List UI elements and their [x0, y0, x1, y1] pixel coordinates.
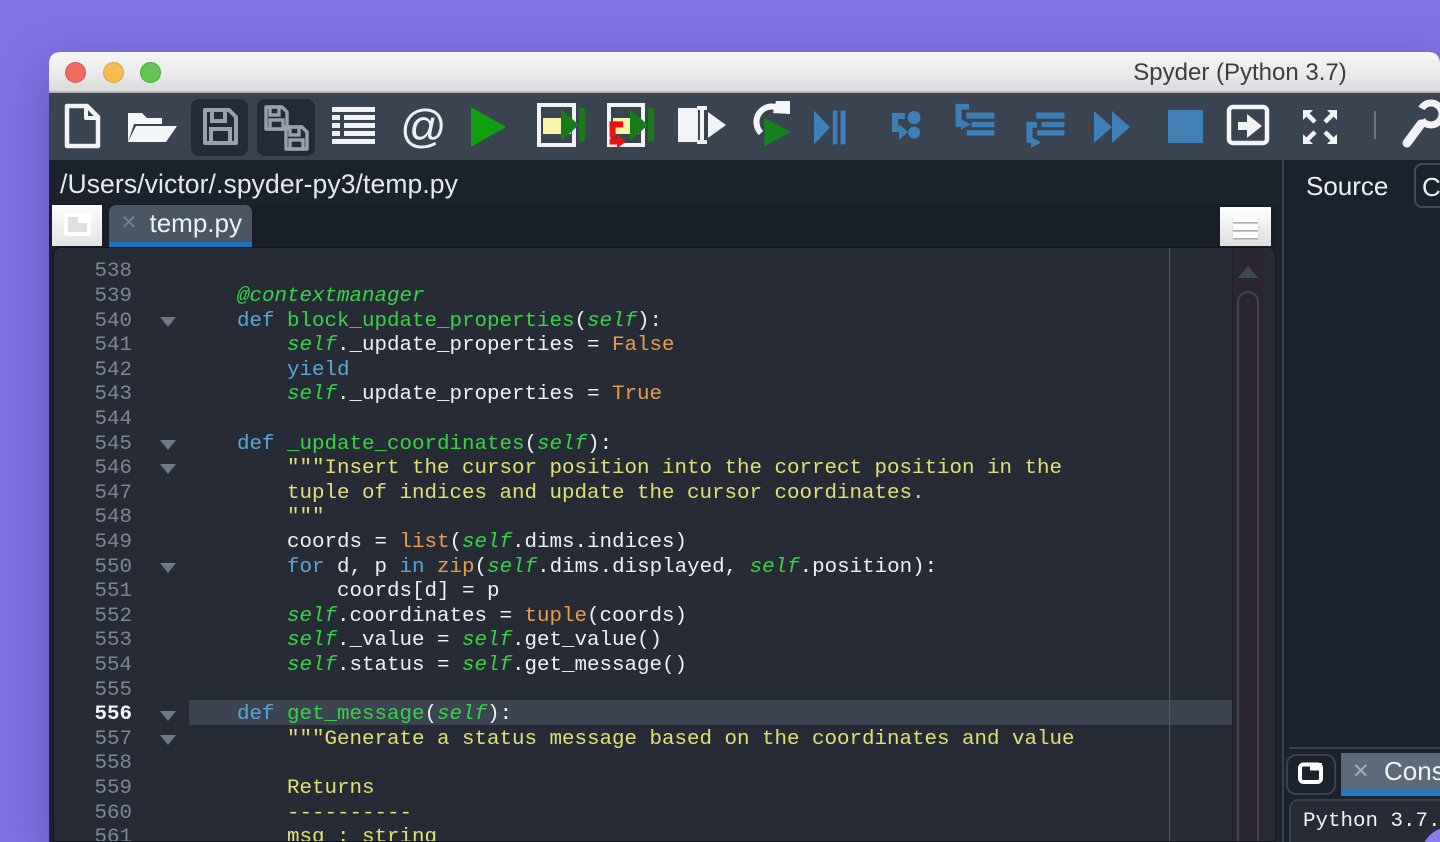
svg-text:@: @ — [400, 100, 447, 152]
